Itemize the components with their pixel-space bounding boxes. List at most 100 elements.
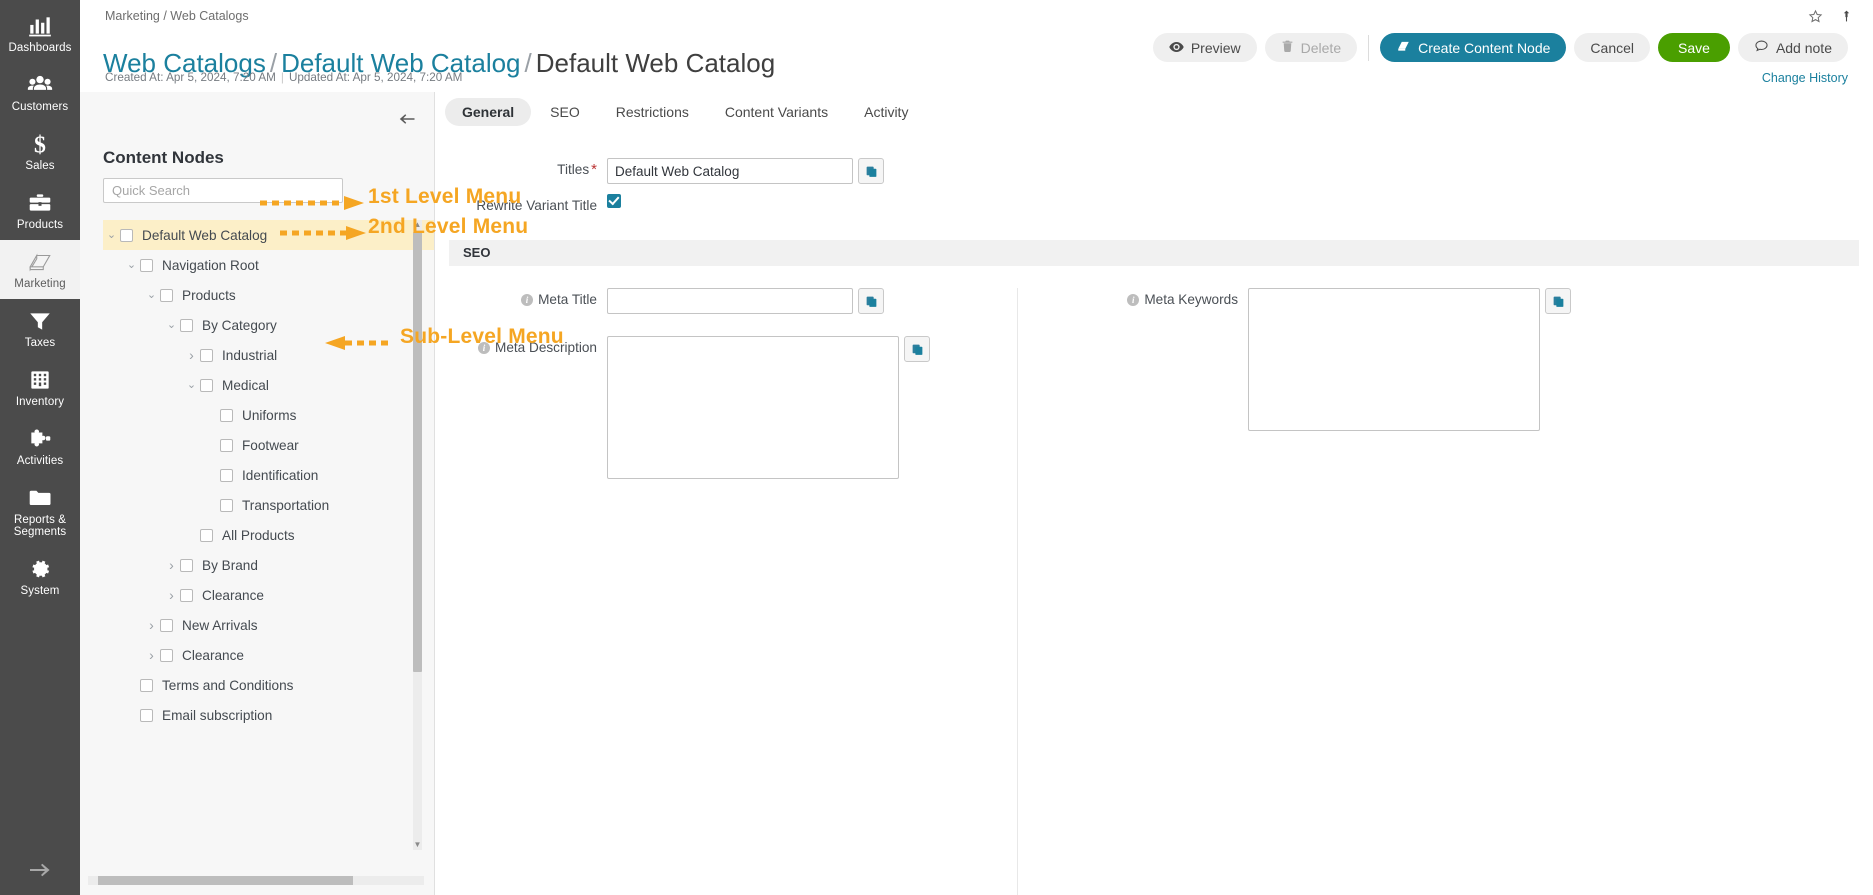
tree-node-checkbox[interactable] bbox=[200, 378, 213, 392]
sidebar-item-activities[interactable]: Activities bbox=[0, 417, 80, 476]
tab-seo[interactable]: SEO bbox=[533, 98, 597, 126]
tree-node[interactable]: Email subscription bbox=[103, 700, 434, 730]
tree-horizontal-scrollbar[interactable] bbox=[88, 876, 424, 885]
add-note-button[interactable]: Add note bbox=[1737, 33, 1848, 62]
building-icon bbox=[27, 367, 53, 393]
tree-node-label: All Products bbox=[222, 527, 295, 543]
change-history-link[interactable]: Change History bbox=[1762, 71, 1848, 85]
tree-node[interactable]: Transportation bbox=[103, 490, 434, 520]
chevron-right-icon[interactable]: › bbox=[143, 648, 160, 662]
delete-button[interactable]: Delete bbox=[1264, 33, 1358, 62]
header-action-buttons: Preview Delete Create Content Node Cance… bbox=[1152, 33, 1848, 62]
tab-general[interactable]: General bbox=[445, 98, 532, 126]
tree-node[interactable]: › Clearance bbox=[103, 580, 434, 610]
chevron-right-icon[interactable]: › bbox=[163, 558, 180, 572]
expand-sidebar-button[interactable] bbox=[0, 862, 80, 881]
sidebar-item-taxes[interactable]: Taxes bbox=[0, 299, 80, 358]
tree-node-checkbox[interactable] bbox=[200, 348, 213, 362]
sidebar-item-dashboards[interactable]: Dashboards bbox=[0, 4, 80, 63]
sidebar-item-reports-segments[interactable]: Reports & Segments bbox=[0, 476, 80, 547]
save-button-label: Save bbox=[1678, 39, 1710, 56]
tree-node-checkbox[interactable] bbox=[180, 318, 193, 332]
meta-description-textarea[interactable] bbox=[607, 336, 899, 479]
chevron-down-icon[interactable]: ⌄ bbox=[163, 319, 180, 331]
scroll-down-arrow[interactable]: ▼ bbox=[413, 840, 422, 850]
tree-vertical-scroll-thumb[interactable] bbox=[413, 232, 422, 672]
tree-node-checkbox[interactable] bbox=[120, 228, 133, 242]
meta-keywords-textarea[interactable] bbox=[1248, 288, 1540, 431]
tree-node-label: Terms and Conditions bbox=[162, 677, 294, 693]
tree-node-checkbox[interactable] bbox=[220, 438, 233, 452]
tree-node[interactable]: Identification bbox=[103, 460, 434, 490]
chevron-down-icon[interactable]: ⌄ bbox=[143, 289, 160, 301]
star-outline-icon[interactable] bbox=[1808, 9, 1823, 27]
tree-node[interactable]: ⌄ Medical bbox=[103, 370, 434, 400]
tree-node-checkbox[interactable] bbox=[220, 468, 233, 482]
tree-horizontal-scroll-thumb[interactable] bbox=[98, 876, 353, 885]
tree-node-checkbox[interactable] bbox=[200, 528, 213, 542]
scroll-up-arrow[interactable]: ▲ bbox=[413, 220, 422, 230]
tree-node-checkbox[interactable] bbox=[140, 708, 153, 722]
tree-node-checkbox[interactable] bbox=[140, 678, 153, 692]
create-content-node-button[interactable]: Create Content Node bbox=[1380, 33, 1567, 62]
tree-node[interactable]: Terms and Conditions bbox=[103, 670, 434, 700]
tab-content-variants[interactable]: Content Variants bbox=[708, 98, 845, 126]
tree-node[interactable]: › Clearance bbox=[103, 640, 434, 670]
tree-node[interactable]: ⌄ Default Web Catalog bbox=[103, 220, 434, 250]
tree-node-checkbox[interactable] bbox=[160, 288, 173, 302]
sidebar-item-sales[interactable]: $ Sales bbox=[0, 122, 80, 181]
content-nodes-title: Content Nodes bbox=[103, 148, 224, 167]
tree-node[interactable]: › By Brand bbox=[103, 550, 434, 580]
sidebar-item-products[interactable]: Products bbox=[0, 181, 80, 240]
meta-description-label: i Meta Description bbox=[435, 336, 607, 360]
copy-icon[interactable] bbox=[858, 288, 884, 314]
quick-search-input[interactable] bbox=[103, 178, 343, 203]
tab-restrictions[interactable]: Restrictions bbox=[599, 98, 706, 126]
tree-node-checkbox[interactable] bbox=[220, 408, 233, 422]
sidebar-item-marketing[interactable]: Marketing bbox=[0, 240, 80, 299]
chevron-right-icon[interactable]: › bbox=[163, 588, 180, 602]
info-icon[interactable]: i bbox=[1127, 294, 1140, 307]
chevron-right-icon[interactable]: › bbox=[183, 348, 200, 362]
save-button[interactable]: Save bbox=[1658, 33, 1730, 62]
copy-icon[interactable] bbox=[1545, 288, 1571, 314]
tree-node[interactable]: ⌄ Navigation Root bbox=[103, 250, 434, 280]
tree-node[interactable]: › Industrial bbox=[103, 340, 434, 370]
tree-node[interactable]: All Products bbox=[103, 520, 434, 550]
titles-input[interactable] bbox=[607, 158, 853, 184]
tree-node[interactable]: Footwear bbox=[103, 430, 434, 460]
meta-keywords-label-text: Meta Keywords bbox=[1144, 292, 1238, 307]
tree-node[interactable]: ⌄ Products bbox=[103, 280, 434, 310]
tree-node-checkbox[interactable] bbox=[220, 498, 233, 512]
copy-icon[interactable] bbox=[858, 158, 884, 184]
tree-node-checkbox[interactable] bbox=[160, 618, 173, 632]
chevron-right-icon[interactable]: › bbox=[143, 618, 160, 632]
tree-node-checkbox[interactable] bbox=[180, 588, 193, 602]
tree-node[interactable]: › New Arrivals bbox=[103, 610, 434, 640]
chevron-down-icon[interactable]: ⌄ bbox=[183, 379, 200, 391]
rewrite-variant-title-checkbox[interactable] bbox=[607, 194, 621, 208]
tree-node[interactable]: ⌄ By Category bbox=[103, 310, 434, 340]
pin-icon[interactable] bbox=[1840, 8, 1853, 27]
toolbar-divider bbox=[1368, 34, 1370, 61]
tree-node-checkbox[interactable] bbox=[160, 648, 173, 662]
tree-node-checkbox[interactable] bbox=[140, 258, 153, 272]
chevron-down-icon[interactable]: ⌄ bbox=[123, 259, 140, 271]
chevron-down-icon[interactable]: ⌄ bbox=[103, 229, 120, 241]
copy-icon[interactable] bbox=[904, 336, 930, 362]
arrow-left-icon[interactable] bbox=[398, 112, 416, 129]
info-icon[interactable]: i bbox=[521, 294, 534, 307]
tree-node-checkbox[interactable] bbox=[180, 558, 193, 572]
meta-title-input[interactable] bbox=[607, 288, 853, 314]
created-at-text: Created At: Apr 5, 2024, 7:20 AM bbox=[105, 71, 276, 84]
preview-button[interactable]: Preview bbox=[1152, 33, 1257, 62]
sidebar-item-label: Reports & Segments bbox=[13, 514, 67, 538]
tab-activity[interactable]: Activity bbox=[847, 98, 925, 126]
sidebar-item-system[interactable]: System bbox=[0, 547, 80, 606]
info-icon[interactable]: i bbox=[478, 342, 490, 355]
sidebar-item-inventory[interactable]: Inventory bbox=[0, 358, 80, 417]
sidebar-item-customers[interactable]: Customers bbox=[0, 63, 80, 122]
tree-node[interactable]: Uniforms bbox=[103, 400, 434, 430]
tree-vertical-scrollbar[interactable]: ▲ ▼ bbox=[413, 220, 422, 850]
cancel-button[interactable]: Cancel bbox=[1574, 33, 1651, 62]
